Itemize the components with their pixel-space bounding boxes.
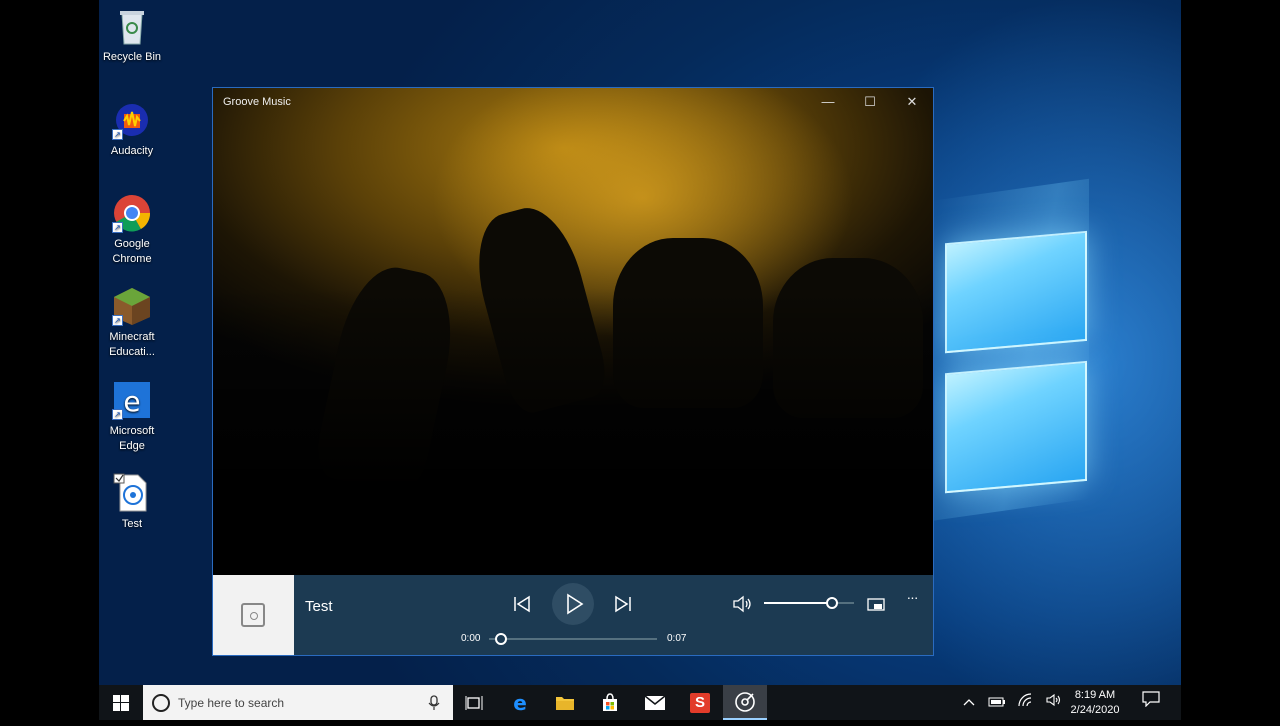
desktop-icon-recycle-bin[interactable]: Recycle Bin xyxy=(99,6,167,65)
desktop-icon-microsoft-edge[interactable]: e ↗ Microsoft Edge xyxy=(99,380,167,454)
audacity-icon: ↗ xyxy=(112,100,152,140)
desktop-icon-test[interactable]: Test xyxy=(99,473,167,532)
desktop-icon-minecraft-education[interactable]: ↗ Minecraft Educati... xyxy=(99,286,167,360)
groove-music-icon xyxy=(735,692,755,712)
task-view-icon xyxy=(465,696,483,710)
desktop-icon-label: Google xyxy=(114,238,150,250)
letterbox-right xyxy=(1181,0,1280,720)
seek-bar[interactable] xyxy=(489,633,657,645)
windows-logo-wallpaper xyxy=(937,218,1097,507)
notification-icon xyxy=(1142,691,1160,708)
play-icon xyxy=(567,593,584,615)
clock-time: 8:19 AM xyxy=(1074,689,1116,701)
more-options-button[interactable]: ··· xyxy=(901,589,923,611)
total-duration: 0:07 xyxy=(667,633,687,644)
search-placeholder: Type here to search xyxy=(178,696,285,710)
store-bag-icon xyxy=(603,693,617,711)
desktop-icon-audacity[interactable]: ↗ Audacity xyxy=(99,100,167,159)
svg-text:e: e xyxy=(513,693,527,713)
audio-file-icon xyxy=(112,473,152,513)
volume-button[interactable] xyxy=(731,593,753,615)
taskbar-search-box[interactable]: Type here to search xyxy=(143,685,453,720)
close-button[interactable]: ✕ xyxy=(891,88,933,116)
seek-thumb[interactable] xyxy=(495,633,507,645)
chrome-icon: ↗ xyxy=(112,193,152,233)
letterbox-left xyxy=(0,0,99,720)
mini-view-icon xyxy=(867,598,885,611)
chevron-up-icon xyxy=(963,699,975,706)
album-art-placeholder[interactable] xyxy=(213,575,294,655)
recycle-bin-icon xyxy=(112,6,152,46)
action-center-button[interactable] xyxy=(1136,685,1166,720)
volume-thumb[interactable] xyxy=(825,597,838,609)
taskbar-groove-music[interactable] xyxy=(723,685,767,720)
speaker-icon xyxy=(1046,693,1061,707)
window-title: Groove Music xyxy=(223,96,291,108)
groove-music-window: Groove Music — ☐ ✕ Test 0:00 0:07 ··· xyxy=(212,87,934,656)
cortana-circle-icon xyxy=(152,694,170,712)
desktop-icon-label: Recycle Bin xyxy=(102,51,162,63)
previous-icon xyxy=(514,595,530,613)
taskbar-edge[interactable]: e xyxy=(498,685,542,720)
battery-button[interactable] xyxy=(986,685,1008,720)
taskbar-app-s[interactable]: S xyxy=(678,685,722,720)
desktop-icon-label: Educati... xyxy=(109,346,155,358)
elapsed-time: 0:00 xyxy=(461,633,481,644)
taskbar: Type here to search e S 8:19 AM 2/24/202… xyxy=(99,685,1181,720)
desktop-icon-label: Edge xyxy=(119,440,145,452)
taskbar-clock[interactable]: 8:19 AM 2/24/2020 xyxy=(1061,688,1129,718)
task-view-button[interactable] xyxy=(452,685,496,720)
folder-icon xyxy=(556,697,574,710)
svg-text:e: e xyxy=(123,385,140,418)
volume-slider[interactable] xyxy=(764,597,854,609)
edge-icon: e xyxy=(513,691,527,715)
taskbar-store[interactable] xyxy=(588,685,632,720)
next-icon xyxy=(615,595,631,613)
desktop-icon-label: Minecraft xyxy=(109,331,155,343)
volume-fill xyxy=(764,602,832,604)
windows-start-icon xyxy=(113,695,129,711)
title-bar: Groove Music — ☐ ✕ xyxy=(213,88,933,116)
start-button[interactable] xyxy=(99,685,143,720)
minimize-button[interactable]: — xyxy=(807,88,849,116)
microphone-icon[interactable] xyxy=(428,695,440,711)
previous-track-button[interactable] xyxy=(511,593,533,615)
next-track-button[interactable] xyxy=(612,593,634,615)
album-disc-icon xyxy=(241,603,265,627)
desktop-icon-label: Microsoft xyxy=(109,425,155,437)
taskbar-mail[interactable] xyxy=(633,685,677,720)
wifi-icon xyxy=(1018,693,1032,707)
clock-date: 2/24/2020 xyxy=(1070,704,1120,716)
mini-view-button[interactable] xyxy=(865,595,887,615)
desktop-icon-label: Chrome xyxy=(112,253,152,265)
mail-icon xyxy=(644,695,666,710)
edge-icon: e ↗ xyxy=(112,380,152,420)
background-artwork xyxy=(213,88,933,575)
taskbar-file-explorer[interactable] xyxy=(543,685,587,720)
red-s-app-icon: S xyxy=(690,693,710,713)
desktop-icon-google-chrome[interactable]: ↗ Google Chrome xyxy=(99,193,167,267)
track-title[interactable]: Test xyxy=(305,598,333,615)
battery-icon xyxy=(988,697,1005,707)
network-button[interactable] xyxy=(1015,685,1037,720)
desktop-icon-label: Test xyxy=(121,518,143,530)
play-button[interactable] xyxy=(552,583,594,625)
now-playing-bar: Test 0:00 0:07 ··· xyxy=(213,575,933,655)
desktop-icon-label: Audacity xyxy=(110,145,154,157)
show-hidden-icons-button[interactable] xyxy=(958,685,980,720)
maximize-button[interactable]: ☐ xyxy=(849,88,891,116)
speaker-icon xyxy=(733,595,751,613)
minecraft-icon: ↗ xyxy=(112,286,152,326)
